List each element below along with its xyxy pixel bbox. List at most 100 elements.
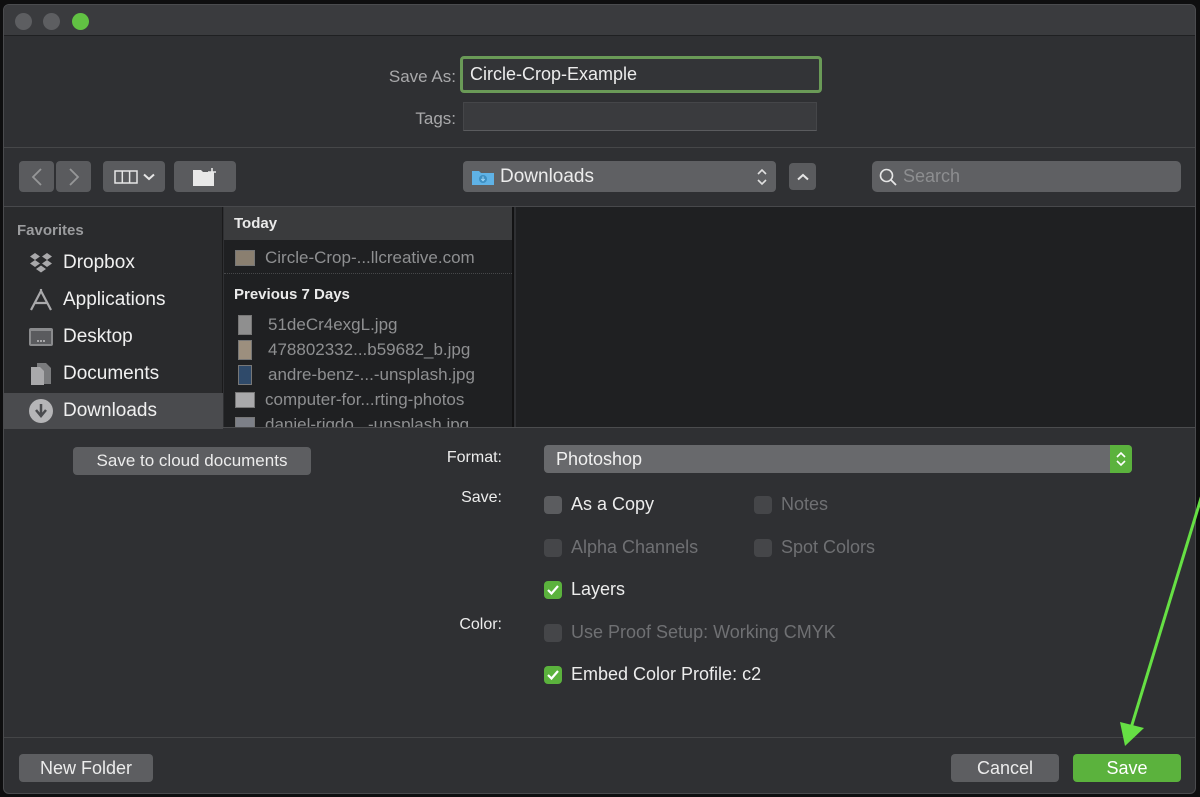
checkbox-embed-color-profile[interactable]: Embed Color Profile: c2 (544, 664, 761, 685)
checkbox-use-proof-setup[interactable]: Use Proof Setup: Working CMYK (544, 622, 836, 643)
file-row[interactable]: daniel-rigdo...-unsplash.jpg (224, 412, 512, 427)
file-name: 51deCr4exgL.jpg (268, 314, 398, 334)
applications-icon (28, 287, 54, 313)
sidebar-item-documents[interactable]: Documents (4, 356, 223, 392)
checkbox-label: Use Proof Setup: Working CMYK (571, 622, 836, 642)
file-row[interactable]: andre-benz-...-unsplash.jpg (224, 362, 512, 387)
file-name: Circle-Crop-...llcreative.com (265, 247, 475, 267)
sidebar-item-label: Applications (63, 289, 166, 310)
desktop-icon (28, 324, 54, 350)
search-icon (879, 168, 897, 186)
close-button[interactable] (15, 13, 32, 30)
checkbox-box[interactable] (754, 538, 772, 557)
sidebar-item-label: Downloads (63, 400, 157, 421)
save-as-field-wrapper (460, 56, 822, 93)
sidebar-item-label: Desktop (63, 326, 133, 347)
format-label: Format: (446, 449, 502, 466)
checkbox-spot-colors[interactable]: Spot Colors (754, 537, 875, 558)
file-name: andre-benz-...-unsplash.jpg (268, 364, 475, 384)
popup-stepper (1110, 445, 1132, 473)
chevron-left-icon (31, 167, 42, 186)
save-to-cloud-button[interactable]: Save to cloud documents (73, 447, 311, 475)
cancel-button[interactable]: Cancel (951, 754, 1059, 782)
sidebar-item-applications[interactable]: Applications (4, 282, 223, 318)
checkbox-label: Notes (781, 494, 829, 514)
divider (224, 273, 512, 274)
checkbox-notes[interactable]: Notes (754, 494, 828, 515)
image-thumbnail-icon (238, 339, 252, 360)
new-folder-button[interactable]: New Folder (19, 754, 153, 782)
chevron-up-icon (796, 173, 809, 180)
format-popup[interactable]: Photoshop (544, 445, 1132, 473)
collapse-button[interactable] (789, 163, 816, 190)
minimize-button[interactable] (43, 13, 60, 30)
group-label: Today (234, 215, 278, 232)
tags-field-wrapper (463, 102, 817, 131)
view-mode-button[interactable] (103, 161, 165, 192)
search-input[interactable] (903, 166, 1181, 187)
checkbox-box[interactable] (544, 580, 562, 599)
folder-plus-icon (193, 167, 216, 186)
checkmark-icon (547, 669, 559, 680)
sidebar-item-downloads[interactable]: Downloads (4, 393, 223, 429)
chevron-right-icon (68, 167, 79, 186)
back-button[interactable] (19, 161, 54, 192)
tags-label: Tags: (415, 109, 456, 128)
forward-button[interactable] (56, 161, 91, 192)
checkbox-layers[interactable]: Layers (544, 579, 625, 600)
file-name: 478802332...b59682_b.jpg (268, 339, 471, 359)
image-thumbnail-icon (238, 314, 252, 335)
save-as-label: Save As: (388, 67, 456, 86)
image-thumbnail-icon (235, 416, 255, 427)
file-row[interactable]: 51deCr4exgL.jpg (224, 312, 512, 337)
checkbox-box[interactable] (544, 538, 562, 557)
image-thumbnail-icon (235, 391, 255, 408)
color-options-label: Color: (459, 616, 502, 633)
sidebar-item-label: Dropbox (63, 252, 135, 273)
divider (4, 147, 1195, 148)
file-row[interactable]: computer-for...rting-photos (224, 387, 512, 412)
checkbox-label: Embed Color Profile: c2 (571, 664, 762, 684)
updown-chevron-icon (757, 168, 767, 186)
file-row[interactable]: Circle-Crop-...llcreative.com (224, 245, 512, 270)
sidebar-item-dropbox[interactable]: Dropbox (4, 245, 223, 281)
save-as-input[interactable] (463, 59, 819, 90)
title-bar (4, 5, 1195, 36)
file-row[interactable]: 478802332...b59682_b.jpg (224, 337, 512, 362)
new-folder-toolbar-button[interactable] (174, 161, 236, 192)
checkbox-alpha-channels[interactable]: Alpha Channels (544, 537, 698, 558)
group-header-today: Today (224, 207, 512, 240)
chevron-down-icon (142, 173, 155, 180)
image-thumbnail-icon (235, 249, 255, 266)
search-field[interactable] (872, 161, 1181, 192)
checkbox-box[interactable] (544, 495, 562, 514)
divider (4, 427, 1195, 428)
save-dialog: Save As: Tags: Downloads Favorites (3, 4, 1196, 794)
dropbox-icon (28, 250, 54, 276)
checkbox-label: Alpha Channels (571, 537, 699, 557)
group-label: Previous 7 Days (234, 286, 350, 303)
format-value: Photoshop (556, 449, 643, 469)
checkbox-label: Layers (571, 579, 626, 599)
preview-column (516, 207, 1195, 427)
location-popup[interactable]: Downloads (463, 161, 776, 192)
image-thumbnail-icon (238, 364, 252, 385)
file-name: computer-for...rting-photos (265, 389, 465, 409)
checkbox-label: Spot Colors (781, 537, 876, 557)
sidebar-heading: Favorites (17, 222, 84, 239)
checkbox-box[interactable] (544, 665, 562, 684)
location-name: Downloads (500, 165, 594, 187)
updown-chevron-icon (1116, 451, 1126, 467)
tags-input[interactable] (464, 103, 816, 130)
sidebar: Favorites Dropbox Applications Desktop D… (4, 207, 223, 429)
checkbox-box[interactable] (544, 623, 562, 642)
sidebar-item-desktop[interactable]: Desktop (4, 319, 223, 355)
checkbox-as-a-copy[interactable]: As a Copy (544, 494, 654, 515)
checkbox-box[interactable] (754, 495, 772, 514)
file-list-column: Today Circle-Crop-...llcreative.com Prev… (224, 207, 514, 427)
sidebar-item-label: Documents (63, 363, 160, 384)
column-view-icon (113, 169, 138, 184)
file-name: daniel-rigdo...-unsplash.jpg (265, 414, 470, 428)
save-button[interactable]: Save (1073, 754, 1181, 782)
zoom-button[interactable] (72, 13, 89, 30)
